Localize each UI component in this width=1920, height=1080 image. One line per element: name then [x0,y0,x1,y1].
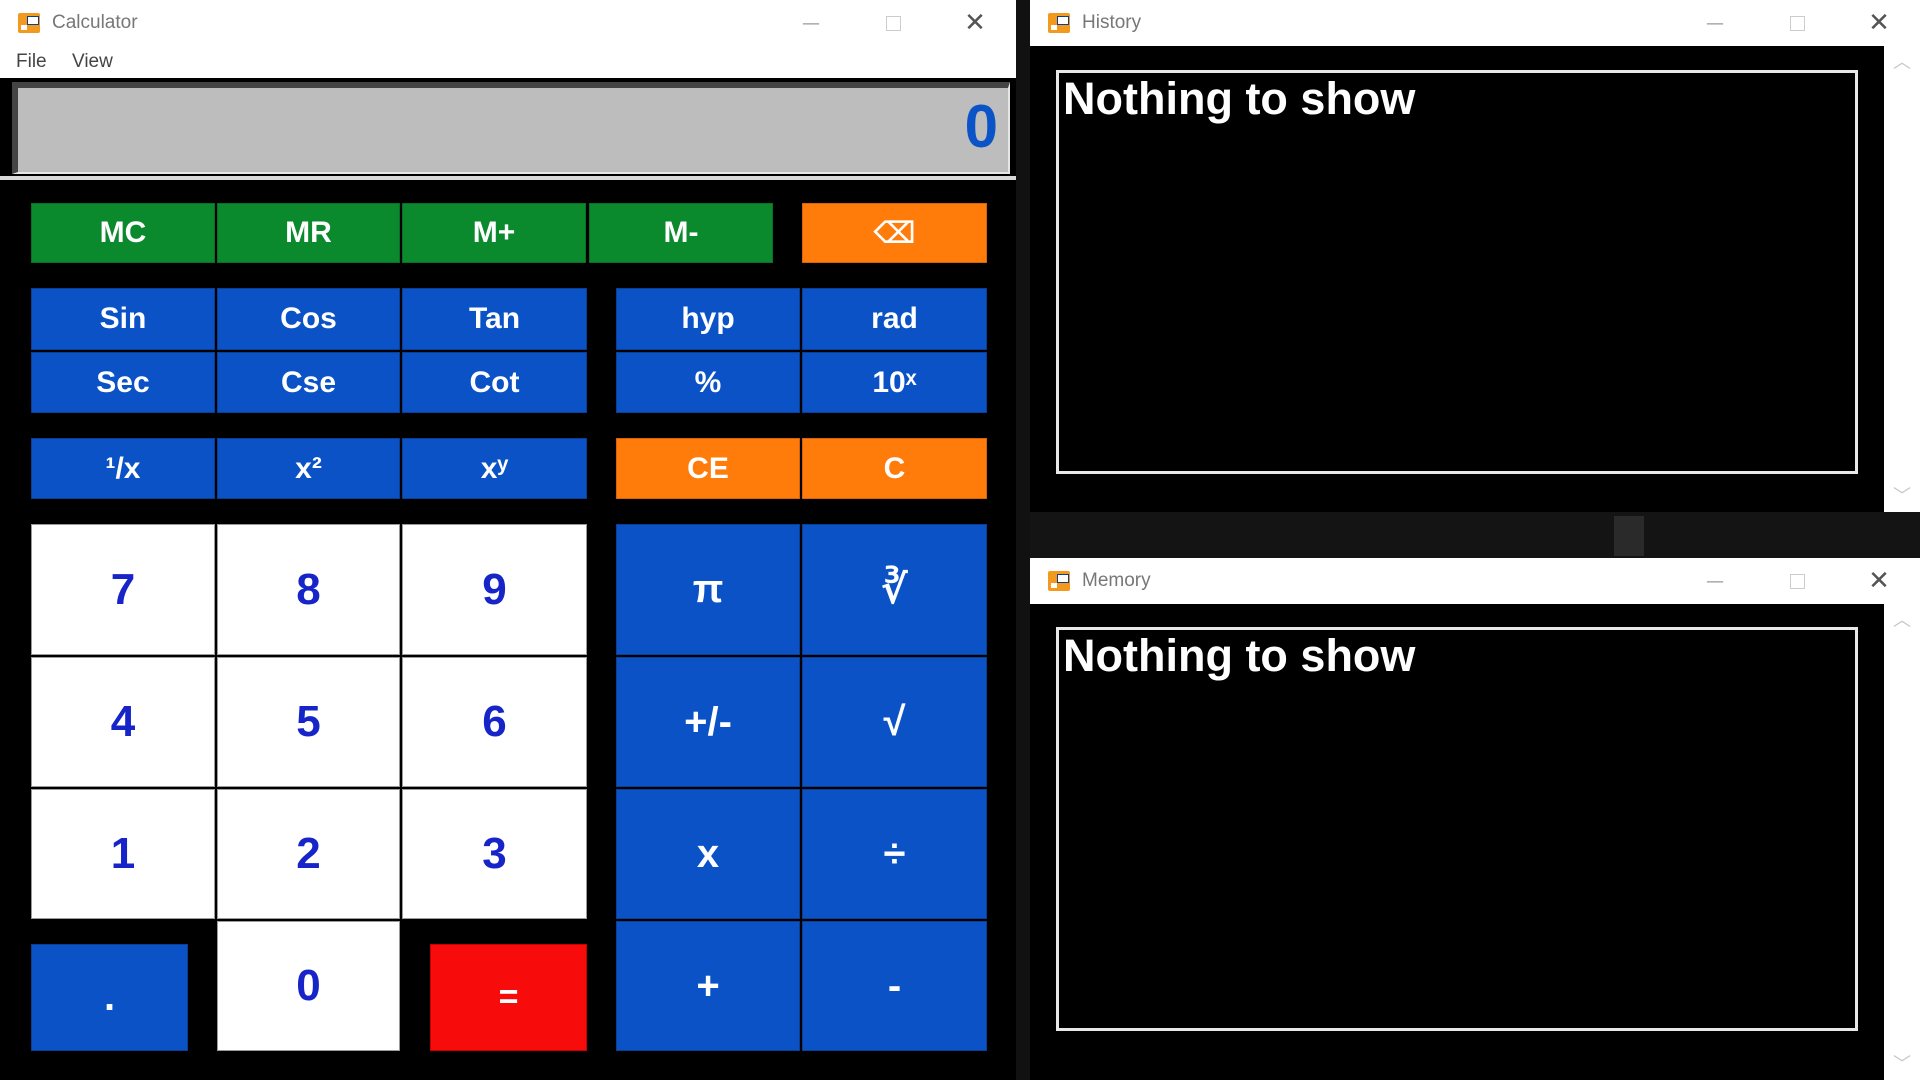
menu-view[interactable]: View [72,51,113,73]
equals-button[interactable]: = [430,944,587,1051]
cot-button[interactable]: Cot [402,352,587,413]
digit-3-button[interactable]: 3 [402,789,587,919]
history-maximize-button[interactable] [1756,0,1838,46]
mr-button[interactable]: MR [217,203,400,263]
clear-entry-button[interactable]: CE [616,438,800,499]
minimize-button[interactable]: — [770,0,852,46]
memory-maximize-button[interactable] [1756,558,1838,604]
backspace-icon: ⌫ [873,215,916,251]
desktop-background [1016,0,1030,1080]
digit-6-button[interactable]: 6 [402,657,587,787]
minimize-icon: — [1706,12,1724,34]
digit-5-button[interactable]: 5 [217,657,400,787]
digit-7-button[interactable]: 7 [31,524,215,655]
percent-button[interactable]: % [616,352,800,413]
sec-button[interactable]: Sec [31,352,215,413]
memory-list: Nothing to show [1056,627,1858,1031]
maximize-icon [1789,15,1805,31]
result-display: 0 [12,82,1010,174]
history-minimize-button[interactable]: — [1674,0,1756,46]
maximize-icon [1789,573,1805,589]
history-scrollbar[interactable]: ︿ ﹀ [1884,46,1920,512]
minimize-icon: — [802,12,820,34]
history-app-icon [1048,13,1070,33]
add-button[interactable]: + [616,921,800,1051]
history-list: Nothing to show [1056,70,1858,474]
history-empty-text: Nothing to show [1063,73,1416,124]
maximize-button[interactable] [852,0,934,46]
rad-button[interactable]: rad [802,288,987,350]
calculator-titlebar[interactable]: Calculator — ✕ [0,0,1016,46]
minimize-icon: — [1706,570,1724,592]
menu-file[interactable]: File [16,51,47,73]
memory-window: Memory — ✕ Nothing to show ︿ ﹀ [1030,558,1920,1080]
history-titlebar[interactable]: History — ✕ [1030,0,1920,46]
calculator-window: Calculator — ✕ File View 0 MC MR M+ M- ⌫… [0,0,1016,1080]
decimal-button[interactable]: . [31,944,188,1051]
history-close-button[interactable]: ✕ [1838,0,1920,46]
digit-1-button[interactable]: 1 [31,789,215,919]
desktop-background-strip [1030,512,1920,560]
cube-root-button[interactable]: ∛ [802,524,987,655]
m-plus-button[interactable]: M+ [402,203,586,263]
cse-button[interactable]: Cse [217,352,400,413]
scroll-down-icon[interactable]: ﹀ [1884,1050,1920,1076]
reciprocal-button[interactable]: ¹/x [31,438,215,499]
multiply-button[interactable]: x [616,789,800,919]
digit-8-button[interactable]: 8 [217,524,400,655]
m-minus-button[interactable]: M- [589,203,773,263]
history-title: History [1082,12,1142,33]
cos-button[interactable]: Cos [217,288,400,350]
mc-button[interactable]: MC [31,203,215,263]
history-window: History — ✕ Nothing to show ︿ ﹀ [1030,0,1920,512]
tan-button[interactable]: Tan [402,288,587,350]
negate-button[interactable]: +/- [616,657,800,787]
digit-9-button[interactable]: 9 [402,524,587,655]
maximize-icon [885,15,901,31]
scroll-up-icon[interactable]: ︿ [1884,606,1920,632]
memory-app-icon [1048,571,1070,591]
scroll-up-icon[interactable]: ︿ [1884,48,1920,74]
backspace-button[interactable]: ⌫ [802,203,987,263]
close-icon: ✕ [1868,566,1890,596]
close-icon: ✕ [964,8,986,38]
desktop-background-accent [1614,516,1644,556]
calculator-app-icon [18,13,40,33]
square-root-button[interactable]: √ [802,657,987,787]
hyp-button[interactable]: hyp [616,288,800,350]
memory-titlebar[interactable]: Memory — ✕ [1030,558,1920,604]
memory-minimize-button[interactable]: — [1674,558,1756,604]
calculator-title: Calculator [52,12,138,33]
menu-bar: File View [0,46,1016,78]
scroll-down-icon[interactable]: ﹀ [1884,482,1920,508]
memory-empty-text: Nothing to show [1063,630,1416,681]
power-button[interactable]: xʸ [402,438,587,499]
display-divider [0,176,1016,180]
divide-button[interactable]: ÷ [802,789,987,919]
memory-title: Memory [1082,570,1151,591]
display-value: 0 [964,93,998,160]
pi-button[interactable]: π [616,524,800,655]
close-button[interactable]: ✕ [934,0,1016,46]
square-button[interactable]: x² [217,438,400,499]
digit-2-button[interactable]: 2 [217,789,400,919]
ten-power-x-button[interactable]: 10ˣ [802,352,987,413]
subtract-button[interactable]: - [802,921,987,1051]
close-icon: ✕ [1868,8,1890,38]
memory-scrollbar[interactable]: ︿ ﹀ [1884,604,1920,1080]
digit-4-button[interactable]: 4 [31,657,215,787]
digit-0-button[interactable]: 0 [217,921,400,1051]
sin-button[interactable]: Sin [31,288,215,350]
clear-button[interactable]: C [802,438,987,499]
memory-close-button[interactable]: ✕ [1838,558,1920,604]
